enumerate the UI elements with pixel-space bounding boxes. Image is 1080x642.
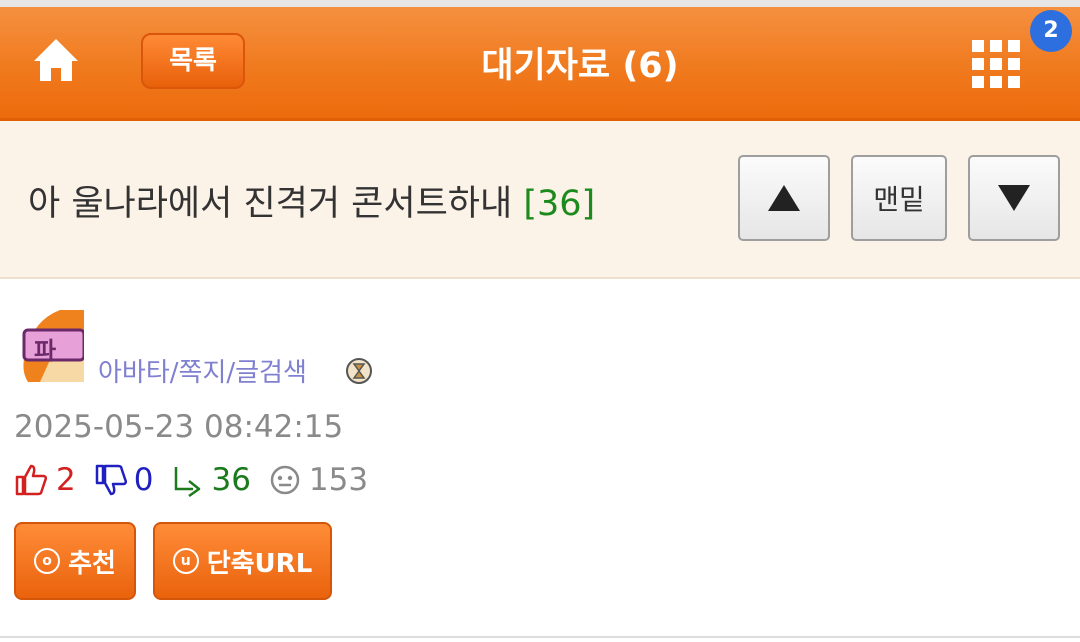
reply-count-link[interactable]: [36] xyxy=(523,184,595,224)
header-bar: 목록 대기자료 (6) xyxy=(0,7,1080,121)
reply-arrow-icon xyxy=(175,467,201,497)
post-title: 아 울나라에서 진격거 콘서트하내 xyxy=(28,184,524,224)
short-url-button[interactable]: u 단축URL xyxy=(153,522,332,600)
thumbs-down-icon xyxy=(95,464,127,496)
page-title: 대기자료 (6) xyxy=(481,46,679,86)
short-url-icon: u xyxy=(172,548,199,574)
scroll-up-button[interactable] xyxy=(738,155,830,241)
avatar-text: 파 xyxy=(34,337,57,365)
recommend-icon: o xyxy=(34,548,61,574)
reply-count: 36 xyxy=(211,462,251,498)
notification-badge: 2 xyxy=(1030,10,1072,52)
arrow-up-icon xyxy=(768,185,800,211)
arrow-down-icon xyxy=(998,185,1030,211)
author-links[interactable]: 아바타/쪽지/글검색 xyxy=(98,352,307,389)
scroll-down-button[interactable] xyxy=(968,155,1060,241)
view-count-icon xyxy=(270,465,300,495)
post-datetime: 2025-05-23 08:42:15 xyxy=(14,409,344,445)
recommend-label: 추천 xyxy=(68,548,116,579)
home-icon xyxy=(34,39,78,81)
bottom-divider xyxy=(0,636,1080,638)
oppose-count: 0 xyxy=(133,462,154,498)
list-button[interactable]: 목록 xyxy=(141,33,245,89)
home-button[interactable] xyxy=(26,31,86,91)
short-url-label: 단축URL xyxy=(206,548,313,579)
post-stats: 2 0 36 153 xyxy=(14,460,368,500)
top-divider xyxy=(0,0,1080,7)
view-count: 153 xyxy=(308,462,369,498)
recommend-button[interactable]: o 추천 xyxy=(14,522,136,600)
post-subject: 아 울나라에서 진격거 콘서트하내 [36] xyxy=(28,175,595,226)
hourglass-icon xyxy=(345,357,373,385)
menu-grid-button[interactable] xyxy=(972,40,1030,98)
subject-bar: 아 울나라에서 진격거 콘서트하내 [36] 맨밑 xyxy=(0,121,1080,279)
avatar[interactable]: 파 xyxy=(20,310,84,382)
thumbs-up-icon xyxy=(15,464,48,496)
scroll-bottom-button[interactable]: 맨밑 xyxy=(851,155,947,241)
recommend-count: 2 xyxy=(56,462,76,498)
